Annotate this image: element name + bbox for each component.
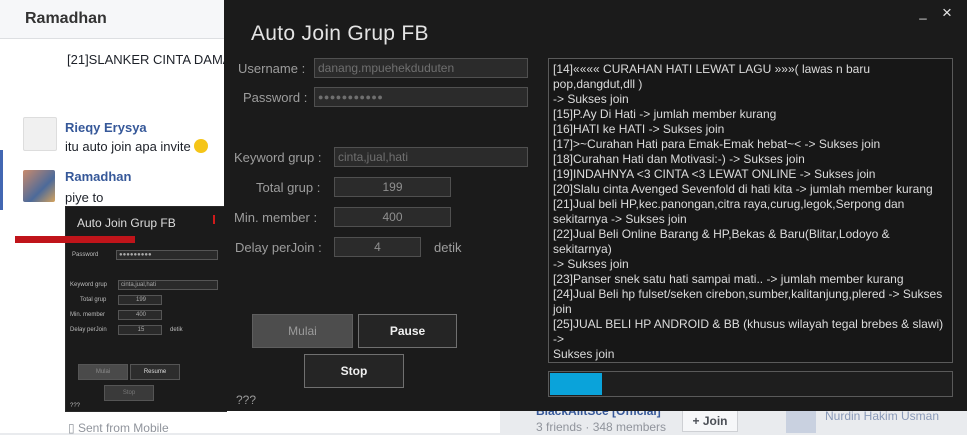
thumb-label: Delay perJoin	[70, 327, 107, 333]
thumb-field: cinta,jual,hati	[118, 280, 218, 290]
log-line: [15]P.Ay Di Hati -> jumlah member kurang	[553, 107, 777, 121]
chat-message: [21]SLANKER CINTA DAMA	[67, 52, 232, 67]
app-title: Auto Join Grup FB	[251, 22, 429, 45]
thumb-field: 199	[118, 295, 162, 305]
app-window: Auto Join Grup FB _ × Username : danang.…	[224, 0, 967, 411]
log-line: Sukses join	[553, 347, 615, 361]
avatar[interactable]	[23, 117, 57, 151]
thumb-label: Password	[72, 252, 99, 258]
username-label: Username :	[238, 61, 306, 76]
log-line: [21]Jual beli HP,kec.panongan,citra raya…	[553, 197, 905, 211]
delay-unit-label: detik	[434, 240, 462, 255]
redacted-username-mark	[15, 236, 135, 243]
chat-message: piye to	[65, 190, 104, 205]
min-member-field[interactable]: 400	[334, 207, 451, 227]
join-group-button[interactable]: + Join	[682, 410, 738, 432]
chat-message: itu auto join apa invite	[65, 139, 208, 154]
username-field[interactable]: danang.mpuehekduduten	[314, 58, 528, 78]
password-label: Password :	[243, 90, 308, 105]
log-line: [24]Jual Beli hp fulset/seken cirebon,su…	[553, 287, 943, 301]
log-line: [16]HATI ke HATI -> Sukses join	[553, 122, 725, 136]
total-grup-field[interactable]: 199	[334, 177, 451, 197]
suggestion-name[interactable]: Nurdin Hakim Usman	[825, 409, 939, 423]
total-grup-label: Total grup :	[256, 180, 321, 195]
log-line: [18]Curahan Hati dan Motivasi:-) -> Suks…	[553, 152, 805, 166]
log-line: sekitarnya -> Sukses join	[553, 212, 687, 226]
thumb-stop: Stop	[104, 385, 154, 401]
log-line: [20]Slalu cinta Avenged Sevenfold di hat…	[553, 182, 933, 196]
pause-button[interactable]: Pause	[358, 314, 457, 348]
thumb-label: detik	[170, 327, 183, 333]
sender-name[interactable]: Rieqy Erysya	[65, 120, 147, 135]
thumb-label: Total grup	[80, 297, 107, 303]
keyword-label: Keyword grup :	[234, 150, 322, 165]
password-field[interactable]: ●●●●●●●●●●●	[314, 87, 528, 107]
log-line: join	[553, 302, 572, 316]
chat-title[interactable]: Ramadhan	[25, 10, 107, 28]
thumb-field: 400	[118, 310, 162, 320]
log-line: [19]INDAHNYA <3 CINTA <3 LEWAT ONLINE ->…	[553, 167, 876, 181]
group-meta: 3 friends · 348 members	[536, 420, 667, 434]
log-line: [26]SIMO LODRO - PANSER BIRU & SNEX 1 HA…	[553, 362, 948, 363]
sender-name[interactable]: Ramadhan	[65, 169, 131, 184]
thumb-close-icon	[213, 215, 215, 224]
thumb-label: ???	[70, 403, 81, 409]
log-textbox[interactable]: [14]«««« CURAHAN HATI LEWAT LAGU »»»( la…	[548, 58, 953, 363]
delay-label: Delay perJoin :	[235, 240, 322, 255]
avatar[interactable]	[23, 170, 55, 202]
log-line: [17]>~Curahan Hati para Emak-Emak hebat~…	[553, 137, 881, 151]
log-line: [25]JUAL BELI HP ANDROID & BB (khusus wi…	[553, 317, 944, 346]
active-indicator	[0, 150, 3, 210]
thumb-label: Min. member	[70, 312, 106, 318]
status-text: ???	[236, 393, 257, 407]
thumb-field: 15	[118, 325, 162, 335]
thumb-mulai: Mulai	[78, 364, 128, 380]
mulai-button[interactable]: Mulai	[252, 314, 353, 348]
thumb-field: ●●●●●●●●●	[116, 250, 218, 260]
thumb-resume: Resume	[130, 364, 180, 380]
stop-button[interactable]: Stop	[304, 354, 404, 388]
progress-fill	[550, 373, 602, 395]
progress-bar	[548, 371, 953, 397]
log-line: -> Sukses join	[553, 92, 629, 106]
log-line: [22]Jual Beli Online Barang & HP,Bekas &…	[553, 227, 890, 256]
log-line: [23]Panser snek satu hati sampai mati.. …	[553, 272, 904, 286]
log-line: [14]«««« CURAHAN HATI LEWAT LAGU »»»( la…	[553, 62, 871, 91]
log-line: -> Sukses join	[553, 257, 629, 271]
min-member-label: Min. member :	[234, 210, 318, 225]
thumb-title: Auto Join Grup FB	[77, 216, 176, 230]
thumb-label: Keyword grup	[70, 282, 108, 288]
minimize-button[interactable]: _	[914, 4, 932, 22]
keyword-field[interactable]: cinta,jual,hati	[334, 147, 528, 167]
delay-field[interactable]: 4	[334, 237, 421, 257]
close-button[interactable]: ×	[938, 4, 956, 22]
smiley-icon	[193, 139, 208, 153]
